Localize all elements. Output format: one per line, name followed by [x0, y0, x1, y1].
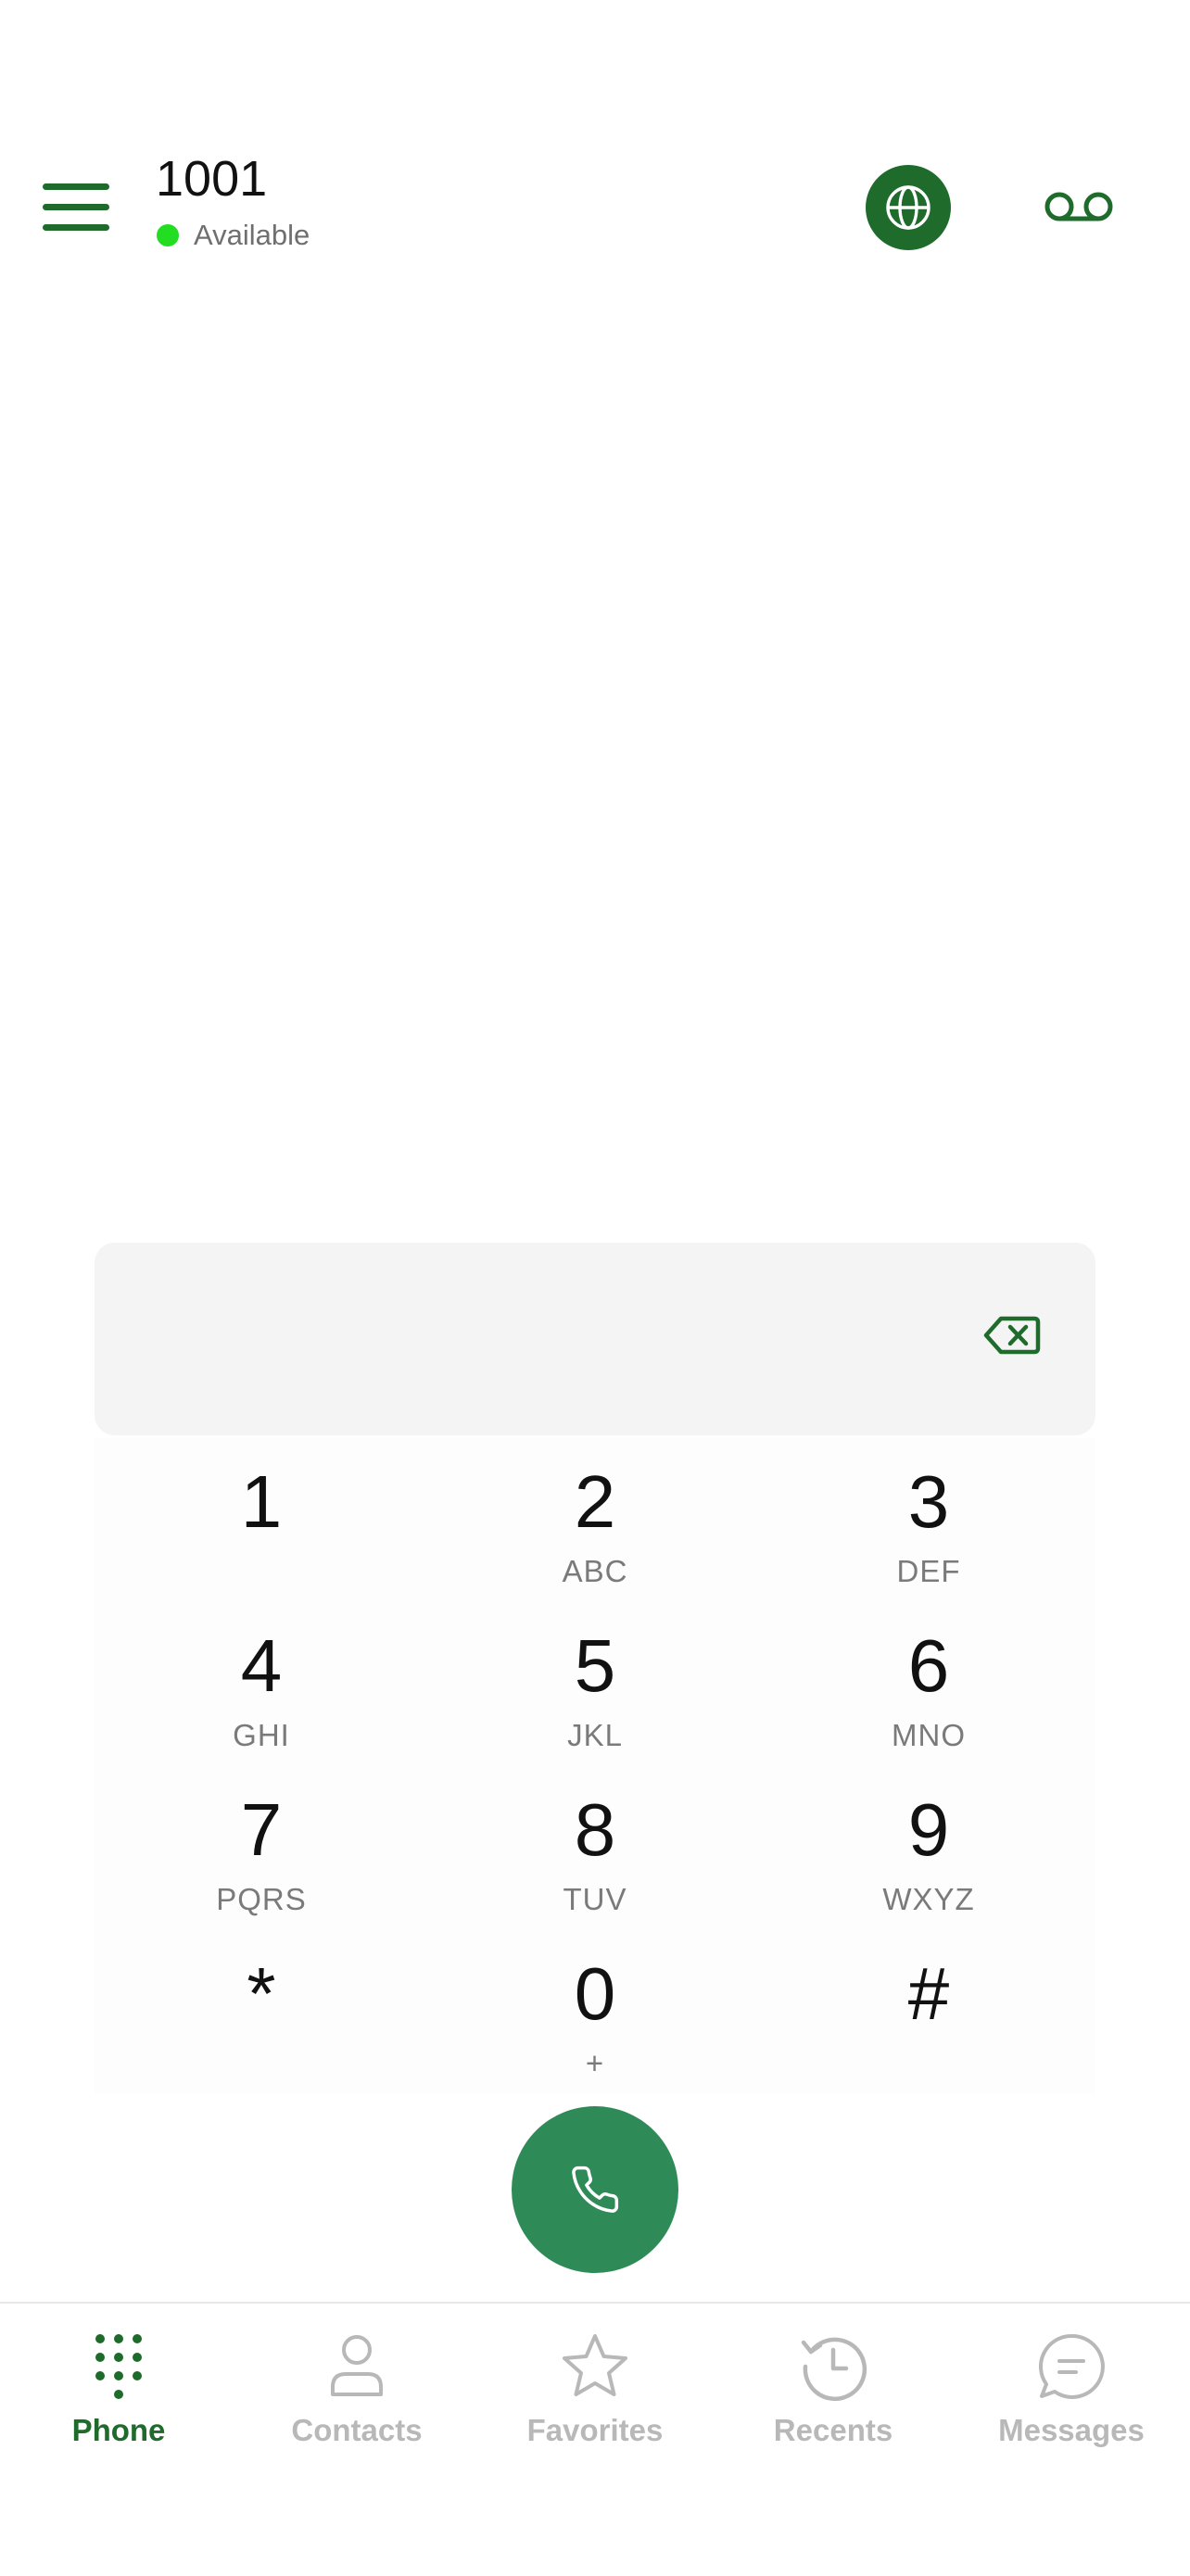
tab-label: Recents [773, 2413, 893, 2447]
key-letters: GHI [233, 1718, 290, 1752]
tab-phone[interactable]: Phone [0, 2304, 237, 2489]
menu-bar-middle [43, 204, 109, 210]
number-display [95, 1243, 1095, 1435]
key-digit: 9 [907, 1788, 950, 1871]
tab-label: Favorites [526, 2413, 664, 2447]
voicemail-button[interactable] [1036, 182, 1121, 232]
key-digit: * [247, 1952, 276, 2035]
key-letters: PQRS [216, 1882, 307, 1916]
key-digit: 8 [574, 1788, 616, 1871]
dialpad-icon [82, 2330, 156, 2404]
dial-keypad: 1 2 ABC 3 DEF 4 GHI 5 JKL 6 MNO 7 PQRS 8… [95, 1438, 1095, 2094]
key-7[interactable]: 7 PQRS [95, 1766, 428, 1930]
tab-messages[interactable]: Messages [953, 2304, 1190, 2489]
key-0[interactable]: 0 + [428, 1930, 762, 2094]
key-letters: ABC [562, 1554, 628, 1588]
key-2[interactable]: 2 ABC [428, 1438, 762, 1602]
key-digit: 3 [907, 1460, 950, 1543]
tab-label: Contacts [291, 2413, 423, 2447]
star-icon [558, 2330, 632, 2404]
menu-button[interactable] [41, 180, 111, 235]
phone-number-input[interactable] [132, 1243, 966, 1435]
presence-status[interactable]: Available [156, 217, 310, 254]
key-3[interactable]: 3 DEF [762, 1438, 1095, 1602]
key-digit: 7 [240, 1788, 283, 1871]
key-letters: MNO [892, 1718, 966, 1752]
key-letters: TUV [563, 1882, 627, 1916]
key-digit: # [907, 1952, 950, 2035]
status-label: Available [194, 219, 310, 251]
key-letters: + [585, 2046, 605, 2080]
key-digit: 1 [240, 1460, 283, 1543]
tab-contacts[interactable]: Contacts [238, 2304, 475, 2489]
key-star[interactable]: * [95, 1930, 428, 2094]
backspace-icon [983, 1316, 1041, 1355]
menu-bar-bottom [43, 224, 109, 231]
tab-favorites[interactable]: Favorites [476, 2304, 714, 2489]
backspace-button[interactable] [980, 1309, 1044, 1361]
key-letters: WXYZ [882, 1882, 975, 1916]
status-dot-icon [157, 224, 179, 246]
key-8[interactable]: 8 TUV [428, 1766, 762, 1930]
chat-bubble-icon [1034, 2330, 1108, 2404]
key-digit: 0 [574, 1952, 616, 2035]
key-9[interactable]: 9 WXYZ [762, 1766, 1095, 1930]
key-letters: JKL [567, 1718, 623, 1752]
phone-handset-icon [572, 2166, 619, 2213]
key-digit: 6 [907, 1624, 950, 1707]
key-digit: 4 [240, 1624, 283, 1707]
key-6[interactable]: 6 MNO [762, 1602, 1095, 1766]
tab-label: Messages [998, 2413, 1145, 2447]
tab-label: Phone [71, 2413, 166, 2447]
key-digit: 5 [574, 1624, 616, 1707]
key-hash[interactable]: # [762, 1930, 1095, 2094]
person-icon [320, 2330, 394, 2404]
menu-bar-top [43, 183, 109, 190]
history-clock-icon [796, 2330, 870, 2404]
extension-number: 1001 [156, 151, 268, 207]
globe-button[interactable] [866, 165, 951, 250]
tab-recents[interactable]: Recents [715, 2304, 952, 2489]
globe-icon [886, 185, 930, 230]
voicemail-icon [1044, 192, 1113, 221]
key-letters: DEF [896, 1554, 961, 1588]
bottom-navigation: Phone Contacts Favorites Recents Message… [0, 2302, 1190, 2576]
key-5[interactable]: 5 JKL [428, 1602, 762, 1766]
key-digit: 2 [574, 1460, 616, 1543]
key-4[interactable]: 4 GHI [95, 1602, 428, 1766]
call-button[interactable] [512, 2106, 678, 2273]
key-1[interactable]: 1 [95, 1438, 428, 1602]
